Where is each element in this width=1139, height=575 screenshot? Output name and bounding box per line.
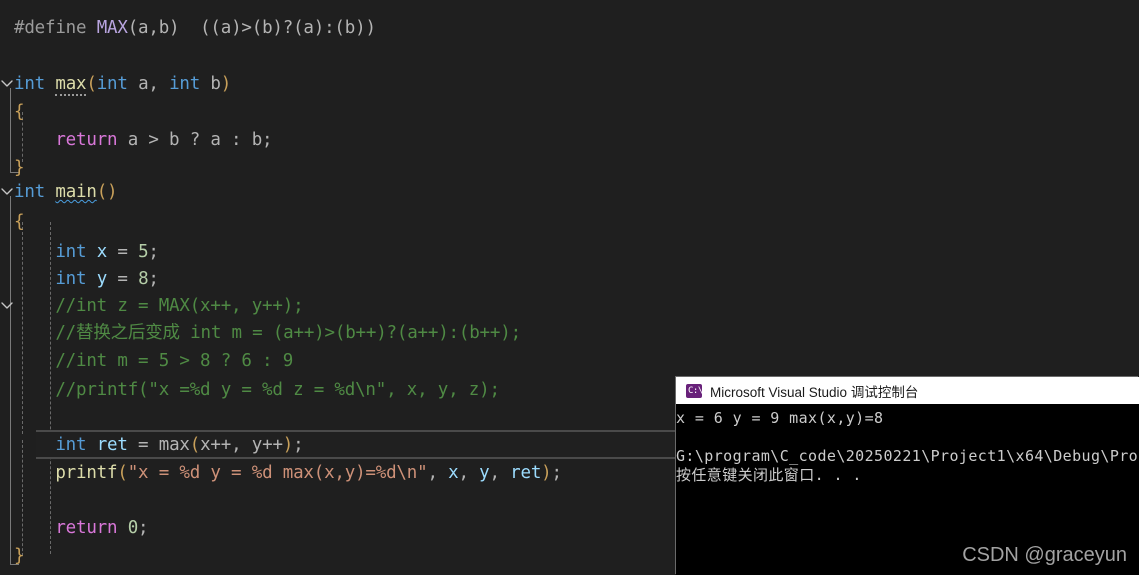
code-token: y [479, 463, 490, 483]
code-token: int [55, 242, 87, 262]
code-token: ret [510, 463, 542, 483]
code-line-text: int main() [14, 178, 118, 206]
code-token: } [14, 158, 25, 178]
code-token: ) [282, 435, 294, 455]
code-token: //int m = 5 > 8 ? 6 : 9 [14, 351, 294, 371]
code-token: , [458, 463, 480, 483]
code-token: } [14, 546, 25, 566]
code-token: y [96, 269, 108, 289]
code-token: , [489, 463, 511, 483]
console-title: Microsoft Visual Studio 调试控制台 [710, 384, 919, 400]
code-token: 0 [127, 518, 139, 538]
code-token: ret [96, 435, 128, 455]
code-line-text: int y = 8; [14, 265, 159, 293]
fold-chevron-icon[interactable] [1, 292, 15, 320]
code-token: x++, y++ [200, 435, 283, 455]
code-token: int [14, 182, 46, 202]
code-token: return [55, 518, 118, 538]
code-token: //int z = MAX(x++, y++); [14, 296, 304, 316]
screen: #define MAX(a,b) ((a)>(b)?(a):(b)) int ma… [0, 0, 1139, 575]
console-window-icon: C:\ [686, 383, 702, 398]
code-token: main [55, 182, 97, 202]
code-token: a, [127, 74, 170, 94]
indent-guide [10, 88, 11, 172]
code-token: ) [541, 463, 552, 483]
code-token: 5 [138, 242, 149, 262]
code-token: ( [189, 435, 201, 455]
fold-chevron-icon[interactable] [1, 178, 15, 206]
code-line-text: { [14, 208, 25, 236]
console-output-line: G:\program\C_code\20250221\Project1\x64\… [676, 447, 1139, 465]
code-token: int [14, 74, 46, 94]
watermark: CSDN @graceyun [962, 544, 1127, 566]
code-line-text: //int m = 5 > 8 ? 6 : 9 [14, 347, 293, 375]
code-token: "x = %d y = %d max(x,y)=%d\n" [127, 463, 428, 483]
code-token: 8 [138, 269, 149, 289]
code-token: a > b ? a : b; [117, 130, 273, 150]
code-token: (a,b) ((a)>(b)?(a):(b)) [127, 18, 376, 38]
indent-guide [10, 196, 11, 564]
code-token: ; [148, 242, 159, 262]
code-token: = [127, 435, 159, 455]
console-titlebar[interactable]: C:\ Microsoft Visual Studio 调试控制台 [676, 377, 1139, 404]
code-token: ) [220, 74, 232, 94]
code-token: = [107, 269, 139, 289]
fold-chevron-icon[interactable] [1, 70, 15, 98]
code-line-text: #define MAX(a,b) ((a)>(b)?(a):(b)) [14, 14, 376, 42]
code-line-text: //int z = MAX(x++, y++); [14, 292, 303, 320]
code-token: ; [148, 269, 159, 289]
code-token: int [55, 435, 87, 455]
code-token: { [14, 102, 25, 122]
code-token: return [55, 130, 118, 150]
code-token: x [96, 242, 108, 262]
code-line-text: int x = 5; [14, 238, 159, 266]
code-line-text: int max(int a, int b) [14, 70, 231, 98]
code-token: ; [293, 435, 304, 455]
code-token: , [427, 463, 449, 483]
code-token: ( [86, 74, 97, 94]
code-line-text: //printf("x =%d y = %d z = %d\n", x, y, … [14, 376, 500, 404]
code-token: { [14, 212, 25, 232]
code-line-text: int ret = max(x++, y++); [14, 431, 303, 459]
code-token: ; [551, 463, 563, 483]
code-token: ( [117, 463, 128, 483]
console-output-line: 按任意键关闭此窗口. . . [676, 466, 862, 484]
code-line-text: //替换之后变成 int m = (a++)>(b++)?(a++):(b++)… [14, 319, 521, 347]
console-output-line: x = 6 y = 9 max(x,y)=8 [676, 409, 884, 427]
code-token: x [448, 463, 459, 483]
console-icon-glyph: C:\ [688, 385, 702, 396]
code-token: //替换之后变成 int m = (a++)>(b++)?(a++):(b++)… [14, 323, 521, 343]
code-token: #define [14, 18, 87, 38]
code-token: ; [138, 518, 149, 538]
code-token: max [55, 74, 87, 96]
code-token: //printf("x =%d y = %d z = %d\n", x, y, … [14, 380, 500, 400]
code-token: = [107, 242, 139, 262]
code-line-text: printf("x = %d y = %d max(x,y)=%d\n", x,… [14, 459, 562, 487]
code-token: max [158, 435, 190, 455]
code-token: () [96, 182, 118, 202]
code-token: int [169, 74, 201, 94]
code-token: b [200, 74, 221, 94]
code-line-text: return 0; [14, 514, 148, 542]
code-line-text: return a > b ? a : b; [14, 126, 272, 154]
code-token: printf [55, 463, 118, 483]
code-line-text: { [14, 98, 25, 126]
code-token: int [96, 74, 128, 94]
code-token: MAX [96, 18, 128, 38]
code-line-text: } [14, 542, 25, 570]
code-token: int [55, 269, 87, 289]
